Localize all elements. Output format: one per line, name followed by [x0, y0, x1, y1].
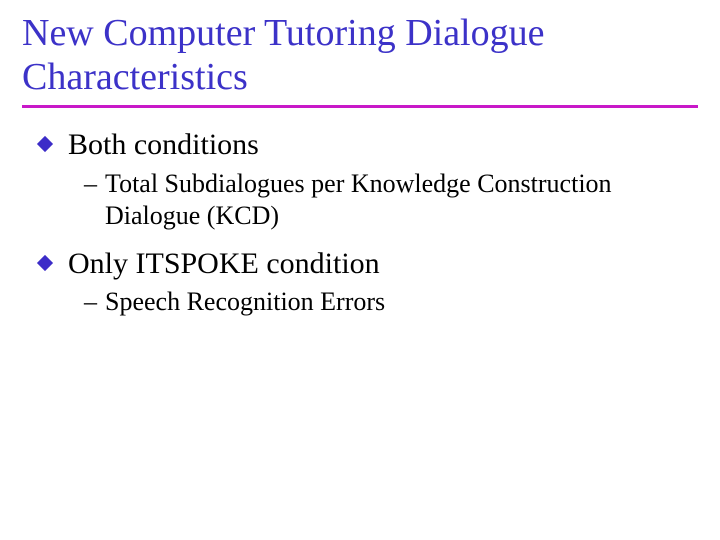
slide: New Computer Tutoring Dialogue Character… — [0, 0, 720, 540]
bullet-item: Both conditions — [36, 126, 698, 164]
sub-bullet-text: Total Subdialogues per Knowledge Constru… — [105, 168, 665, 233]
sub-bullet-item: – Total Subdialogues per Knowledge Const… — [84, 168, 698, 233]
dash-bullet-icon: – — [84, 286, 97, 319]
sub-bullet-text: Speech Recognition Errors — [105, 286, 385, 319]
bullet-item: Only ITSPOKE condition — [36, 245, 698, 283]
dash-bullet-icon: – — [84, 168, 97, 201]
diamond-bullet-icon — [36, 135, 54, 153]
bullet-text: Both conditions — [68, 126, 259, 164]
diamond-bullet-icon — [36, 254, 54, 272]
sub-bullet-item: – Speech Recognition Errors — [84, 286, 698, 319]
bullet-text: Only ITSPOKE condition — [68, 245, 380, 283]
slide-title: New Computer Tutoring Dialogue Character… — [22, 12, 698, 99]
title-underline — [22, 105, 698, 108]
